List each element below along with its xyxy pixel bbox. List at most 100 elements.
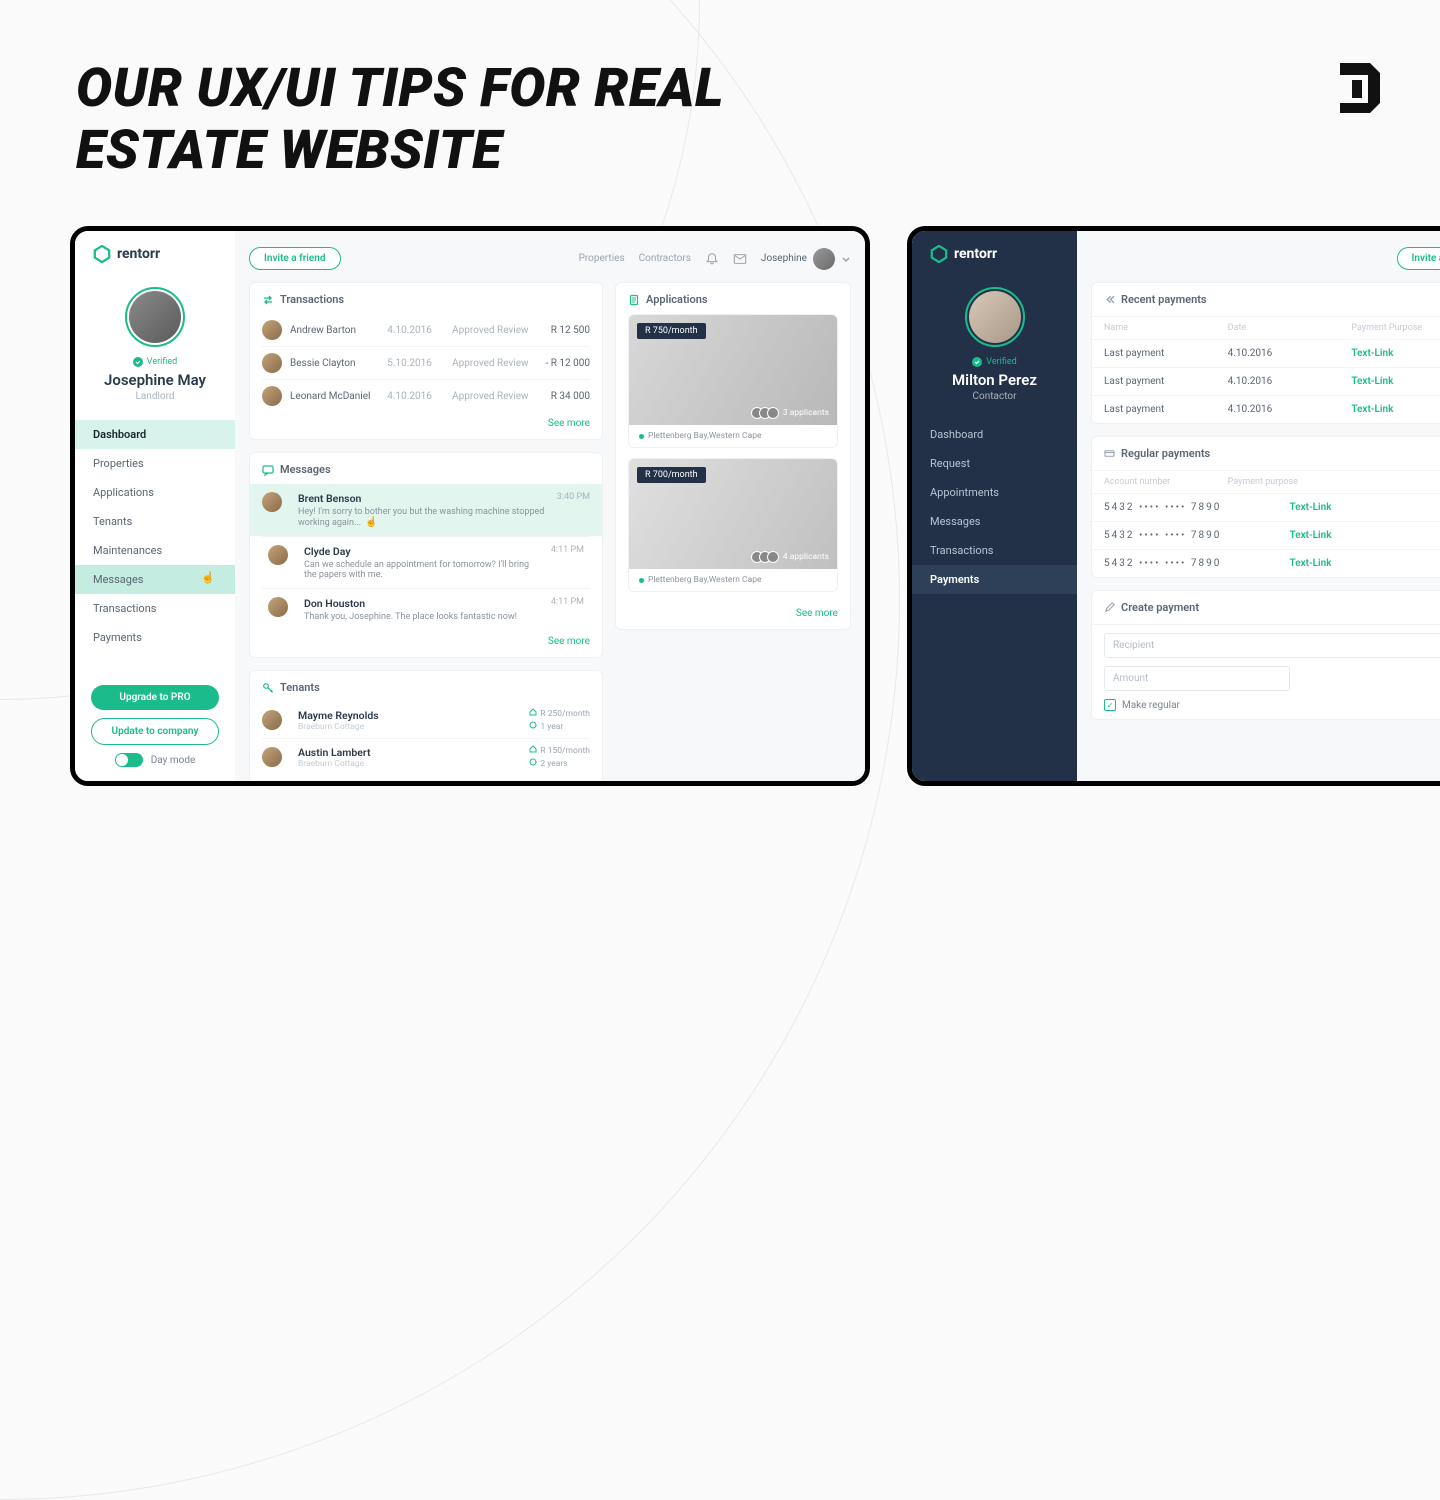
day-mode-toggle[interactable] (115, 753, 143, 767)
profile-avatar[interactable] (965, 287, 1025, 347)
payment-row: Last payment 4.10.2016 Text-Link (1092, 367, 1440, 395)
top-link-properties[interactable]: Properties (579, 253, 625, 264)
tenant-row[interactable]: Austin LambertBraeburn Cottage R 150/mon… (262, 738, 590, 775)
create-payment-panel: Create payment Recipient Amount ✓Make re… (1091, 590, 1440, 720)
payment-row: 5432 •••• •••• 7890 Text-Link (1092, 549, 1440, 577)
avatar-icon (262, 386, 282, 406)
property-card[interactable]: R 700/month 4 applicants Plettenberg Bay… (628, 458, 838, 592)
sidebar-item-payments[interactable]: Payments (912, 565, 1077, 594)
invite-friend-button[interactable]: Invite a friend (1397, 247, 1440, 270)
text-link[interactable]: Text-Link (1351, 404, 1440, 415)
sidebar-item-appointments[interactable]: Appointments (912, 478, 1077, 507)
cursor-icon: ☝ (201, 571, 215, 584)
regular-payments-panel: Regular payments Account numberPayment p… (1091, 436, 1440, 578)
top-link-contractors[interactable]: Contractors (639, 253, 691, 264)
table-header: NameDatePayment Purpose (1092, 317, 1440, 339)
update-company-button[interactable]: Update to company (91, 718, 219, 745)
property-card[interactable]: R 750/month 3 applicants Plettenberg Bay… (628, 314, 838, 448)
pencil-icon (1104, 602, 1115, 613)
table-header: Account numberPayment purpose (1092, 471, 1440, 493)
profile-role: Landlord (135, 391, 174, 402)
recipient-input[interactable]: Recipient (1104, 633, 1440, 658)
amount-input[interactable]: Amount (1104, 666, 1290, 691)
ms-logo-icon (1330, 58, 1390, 118)
text-link[interactable]: Text-Link (1351, 376, 1440, 387)
brand-logo[interactable]: rentorr (75, 245, 160, 263)
user-avatar-icon (813, 248, 835, 270)
transactions-card: Transactions Andrew Barton 4.10.2016 App… (249, 282, 603, 440)
message-row[interactable]: Brent Benson Hey! I'm sorry to bother yo… (250, 484, 602, 536)
message-row[interactable]: Don Houston Thank you, Josephine. The pl… (262, 588, 590, 630)
see-more-link[interactable]: See more (262, 630, 590, 647)
sidebar-item-dashboard[interactable]: Dashboard (75, 420, 235, 449)
messages-card: Messages Brent Benson Hey! I'm sorry to … (249, 452, 603, 658)
applications-card: Applications R 750/month 3 applicants Pl… (615, 282, 851, 630)
invite-friend-button[interactable]: Invite a friend (249, 247, 341, 270)
payment-row: Last payment 4.10.2016 Text-Link (1092, 339, 1440, 367)
page-headline: OUR UX/UI TIPS FOR REAL ESTATE WEBSITE (76, 58, 896, 182)
verified-badge: Verified (972, 357, 1016, 367)
sidebar-item-payments[interactable]: Payments (75, 623, 235, 652)
profile-name: Milton Perez (952, 371, 1037, 389)
message-row[interactable]: Clyde Day Can we schedule an appointment… (262, 536, 590, 588)
verified-badge: Verified (133, 357, 177, 367)
key-icon (262, 682, 274, 694)
card-icon (1104, 448, 1115, 459)
avatar-icon (262, 747, 282, 767)
payment-row: 5432 •••• •••• 7890 Text-Link (1092, 521, 1440, 549)
transaction-row[interactable]: Bessie Clayton 5.10.2016 Approved Review… (262, 346, 590, 379)
text-link[interactable]: Text-Link (1351, 348, 1440, 359)
sidebar-nav: DashboardPropertiesApplicationsTenantsMa… (75, 420, 235, 652)
text-link[interactable]: Text-Link (1290, 502, 1440, 513)
clock-icon (529, 758, 537, 766)
see-more-link[interactable]: See more (628, 602, 838, 625)
price-tag: R 750/month (637, 323, 706, 339)
profile-role: Contactor (973, 391, 1017, 402)
transaction-row[interactable]: Leonard McDaniel 4.10.2016 Approved Revi… (262, 379, 590, 412)
brand-logo[interactable]: rentorr (912, 245, 997, 263)
avatar-icon (262, 492, 282, 512)
clock-icon (529, 721, 537, 729)
profile-name: Josephine May (104, 371, 206, 389)
sidebar-item-properties[interactable]: Properties (75, 449, 235, 478)
see-more-link[interactable]: See more (262, 412, 590, 429)
property-image: R 750/month 3 applicants (629, 315, 837, 425)
make-regular-checkbox[interactable]: ✓Make regular (1104, 699, 1440, 711)
main-content: Invite a friend Properties Contractors J… (235, 231, 865, 781)
bell-icon[interactable] (705, 252, 719, 266)
sidebar-item-tenants[interactable]: Tenants (75, 507, 235, 536)
profile-avatar[interactable] (125, 287, 185, 347)
text-link[interactable]: Text-Link (1290, 530, 1440, 541)
tenants-card: Tenants Mayme ReynoldsBraeburn Cottage R… (249, 670, 603, 781)
tenant-row[interactable]: Mayme ReynoldsBraeburn Cottage R 250/mon… (262, 702, 590, 738)
app-frame-contractor: rentorr Verified Milton Perez Contactor … (907, 226, 1440, 786)
avatar-icon (262, 710, 282, 730)
sidebar-item-messages[interactable]: Messages (912, 507, 1077, 536)
sidebar-item-request[interactable]: Request (912, 449, 1077, 478)
mail-icon[interactable] (733, 252, 747, 266)
applicants-badge: 3 applicants (755, 407, 829, 419)
text-link[interactable]: Text-Link (1290, 558, 1440, 569)
property-image: R 700/month 4 applicants (629, 459, 837, 569)
check-circle-icon (133, 357, 143, 367)
sidebar-item-dashboard[interactable]: Dashboard (912, 420, 1077, 449)
sidebar: rentorr Verified Josephine May Landlord … (75, 231, 235, 781)
topbar: Invite a friend (1091, 243, 1440, 282)
app-frame-landlord: rentorr Verified Josephine May Landlord … (70, 226, 870, 786)
chat-icon (262, 464, 274, 476)
house-hex-icon (93, 245, 111, 263)
recent-payments-panel: Recent payments NameDatePayment Purpose … (1091, 282, 1440, 424)
sidebar-item-applications[interactable]: Applications (75, 478, 235, 507)
swap-icon (262, 294, 274, 306)
chevron-down-icon (841, 254, 851, 264)
upgrade-pro-button[interactable]: Upgrade to PRO (91, 685, 219, 710)
sidebar-item-transactions[interactable]: Transactions (912, 536, 1077, 565)
sidebar-nav: DashboardRequestAppointmentsMessagesTran… (912, 420, 1077, 594)
chevron-left-icon (1104, 294, 1115, 305)
avatar-icon (268, 545, 288, 565)
sidebar-item-messages[interactable]: Messages☝ (75, 565, 235, 594)
user-chip[interactable]: Josephine (761, 248, 851, 270)
sidebar-item-maintenances[interactable]: Maintenances (75, 536, 235, 565)
transaction-row[interactable]: Andrew Barton 4.10.2016 Approved Review … (262, 314, 590, 346)
sidebar-item-transactions[interactable]: Transactions (75, 594, 235, 623)
